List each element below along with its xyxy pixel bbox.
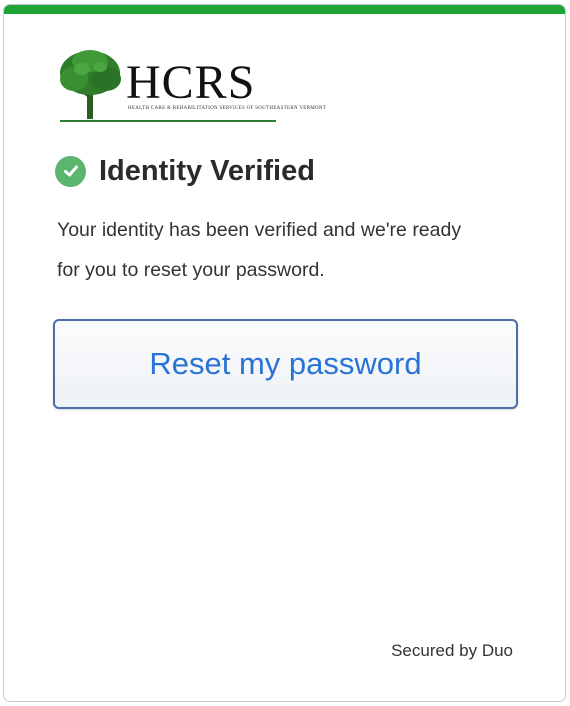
top-accent-bar <box>4 5 565 14</box>
logo-subtitle: HEALTH CARE & REHABILITATION SERVICES OF… <box>128 106 327 111</box>
logo-wordmark: HCRS <box>126 56 256 109</box>
reset-password-button[interactable]: Reset my password <box>53 319 518 409</box>
verification-card: HCRS HEALTH CARE & REHABILITATION SERVIC… <box>3 4 566 702</box>
reset-password-label: Reset my password <box>149 346 422 381</box>
status-message-line-1: Your identity has been verified and we'r… <box>57 219 462 241</box>
status-message-line-2: for you to reset your password. <box>57 259 325 281</box>
logo-underline <box>60 120 276 122</box>
tree-icon <box>60 50 121 119</box>
status-row: Identity Verified <box>55 153 315 189</box>
hcrs-logo: HCRS HEALTH CARE & REHABILITATION SERVIC… <box>56 49 327 124</box>
status-message: Your identity has been verified and we'r… <box>57 210 527 290</box>
page-title: Identity Verified <box>99 154 315 187</box>
page-frame: HCRS HEALTH CARE & REHABILITATION SERVIC… <box>0 0 570 706</box>
check-circle-icon <box>55 155 86 187</box>
secured-by-duo: Secured by Duo <box>391 641 513 660</box>
